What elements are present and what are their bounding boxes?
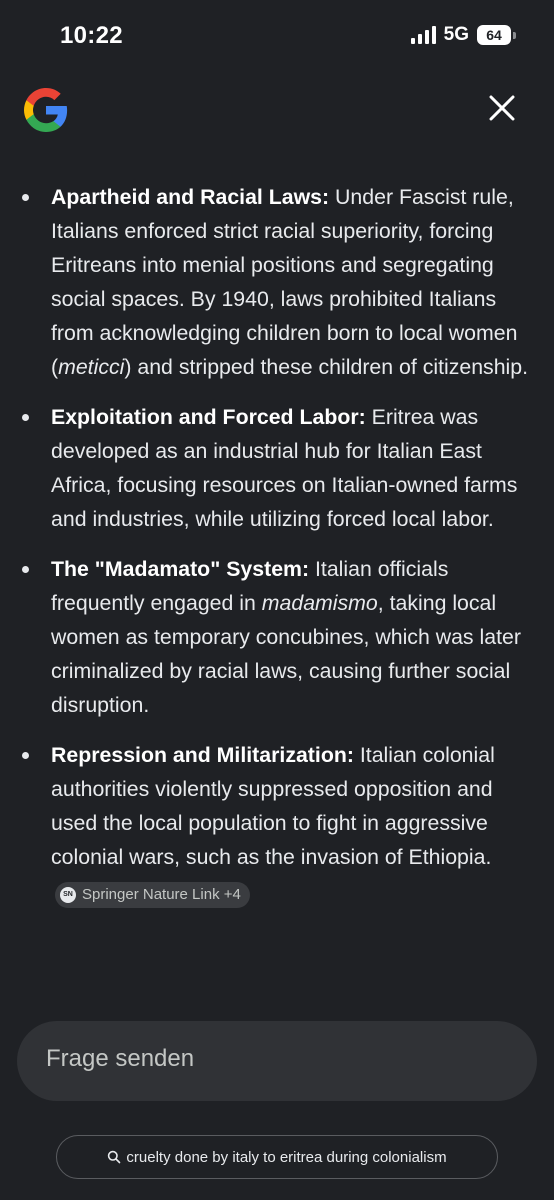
source-label: Springer Nature Link +4 [82,886,241,903]
status-indicators: 5G 64 [410,24,516,46]
cellular-signal-icon [410,26,436,44]
google-g-icon [24,88,68,132]
bullet-text: ) and stripped these children of citizen… [124,355,529,379]
ai-answer-content: Apartheid and Racial Laws: Under Fascist… [0,180,554,924]
list-item: The "Madamato" System: Italian officials… [0,552,554,722]
ask-placeholder: Frage senden [46,1045,195,1072]
app-header [0,84,554,140]
bullet-dot [22,414,29,421]
bullet-title: Apartheid and Racial Laws: [51,185,330,209]
bullet-italic: madamismo [261,591,378,615]
answer-bullet-list: Apartheid and Racial Laws: Under Fascist… [0,180,554,908]
list-item: Repression and Militarization: Italian c… [0,738,554,908]
battery-level: 64 [477,25,511,45]
query-text: cruelty done by italy to eritrea during … [126,1148,447,1166]
bullet-dot [22,194,29,201]
bullet-text: Under Fascist rule, Italians enforced st… [51,185,518,379]
network-type: 5G [443,24,469,45]
list-item: Apartheid and Racial Laws: Under Fascist… [0,180,554,384]
status-bar: 10:22 5G 64 [0,0,554,72]
springer-nature-icon: SN [60,887,76,903]
bullet-title: The "Madamato" System: [51,557,310,581]
source-link-chip[interactable]: SN Springer Nature Link +4 [55,882,250,908]
bullet-dot [22,566,29,573]
search-query-chip[interactable]: cruelty done by italy to eritrea during … [56,1135,498,1179]
bullet-dot [22,752,29,759]
bullet-title: Exploitation and Forced Labor: [51,405,366,429]
list-item: Exploitation and Forced Labor: Eritrea w… [0,400,554,536]
bullet-italic: meticci [58,355,125,379]
close-button[interactable] [486,92,518,124]
status-time: 10:22 [60,22,123,49]
battery-icon: 64 [477,25,516,45]
ask-input[interactable]: Frage senden [17,1021,537,1101]
close-icon [489,95,515,121]
bullet-title: Repression and Militarization: [51,743,354,767]
search-icon [108,1150,121,1164]
